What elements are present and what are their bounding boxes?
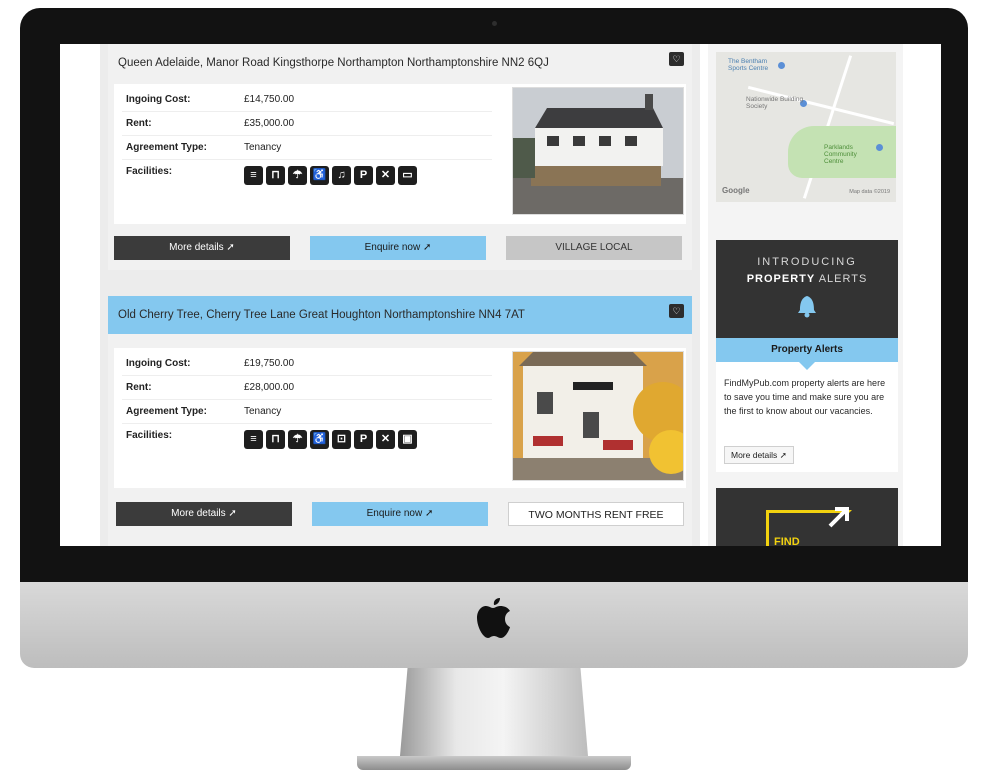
- arrow-up-right-icon: ➚: [424, 508, 434, 519]
- arrow-up-right-icon: [828, 507, 849, 528]
- listing-info-table: Ingoing Cost: £14,750.00 Rent: £35,000.00 …: [122, 88, 492, 196]
- monitor-stand: [400, 668, 588, 756]
- property-word: PROPERTY: [746, 273, 816, 285]
- monitor-stand-foot: [357, 756, 631, 770]
- ingoing-cost-value: £14,750.00: [244, 88, 492, 112]
- tv-icon: ▭: [398, 166, 417, 185]
- property-alerts-heading: PROPERTY ALERTS: [716, 273, 898, 285]
- arrow-up-right-icon: ➚: [226, 242, 235, 253]
- ingoing-cost-label: Ingoing Cost:: [122, 88, 244, 112]
- enquire-now-label: Enquire now: [364, 242, 421, 253]
- rent-label: Rent:: [122, 375, 244, 400]
- arrow-up-right-icon: ➚: [422, 242, 432, 253]
- facilities-label: Facilities:: [126, 166, 173, 177]
- location-map[interactable]: The Bentham Sports Centre Nationwide Bui…: [716, 52, 896, 202]
- pub-photo[interactable]: [512, 351, 684, 481]
- listing-info-table: Ingoing Cost: £19,750.00 Rent: £28,000.00 …: [122, 352, 492, 460]
- webcam: [492, 21, 497, 26]
- agreement-type-value: Tenancy: [244, 399, 492, 424]
- cutlery-icon: ✕: [376, 430, 395, 449]
- listing-card: Old Cherry Tree, Cherry Tree Lane Great …: [108, 296, 692, 546]
- bar-icon: ≡: [244, 166, 263, 185]
- enquire-now-button[interactable]: Enquire now ➚: [310, 236, 486, 260]
- rent-value: £28,000.00: [244, 375, 492, 400]
- rent-value: £35,000.00: [244, 111, 492, 136]
- alerts-more-details-label: More details: [731, 450, 778, 460]
- introducing-text: INTRODUCING: [757, 256, 857, 268]
- parasol-icon: ☂: [288, 166, 307, 185]
- more-details-label: More details: [169, 242, 224, 253]
- agreement-type-label: Agreement Type:: [122, 135, 244, 160]
- alerts-more-details-button[interactable]: More details ➚: [724, 446, 794, 464]
- facilities-icons: ≡ ⊓ ☂ ♿ ♫ P ✕ ▭: [244, 166, 492, 185]
- agreement-type-label: Agreement Type:: [122, 399, 244, 424]
- heart-icon[interactable]: ♡: [669, 52, 684, 66]
- map-pin-icon[interactable]: [876, 144, 883, 151]
- property-alerts-title: Property Alerts: [716, 338, 898, 362]
- alerts-pointer: [799, 362, 815, 370]
- parking-icon: P: [354, 430, 373, 449]
- agreement-type-value: Tenancy: [244, 135, 492, 160]
- browser-screen: Queen Adelaide, Manor Road Kingsthorpe N…: [60, 44, 941, 546]
- picnic-table-icon: ⊓: [266, 430, 285, 449]
- bar-icon: ≡: [244, 430, 263, 449]
- sidebar: The Bentham Sports Centre Nationwide Bui…: [708, 44, 903, 546]
- more-details-label: More details: [171, 508, 226, 519]
- cutlery-icon: ✕: [376, 166, 395, 185]
- more-details-button[interactable]: More details ➚: [114, 236, 290, 260]
- map-label: The Bentham Sports Centre: [728, 58, 769, 72]
- rent-label: Rent:: [122, 111, 244, 136]
- bell-icon: [798, 296, 816, 318]
- briefcase-icon: ▣: [398, 430, 417, 449]
- map-data-attribution: Map data ©2019: [849, 189, 890, 195]
- parking-icon: P: [354, 166, 373, 185]
- listing-address[interactable]: Old Cherry Tree, Cherry Tree Lane Great …: [108, 296, 692, 334]
- alerts-word: ALERTS: [818, 273, 868, 285]
- monitor-chin: [20, 582, 968, 668]
- heart-icon[interactable]: ♡: [669, 304, 684, 318]
- arrow-up-right-icon: ➚: [228, 508, 237, 519]
- listing-tag: VILLAGE LOCAL: [506, 236, 682, 260]
- music-icon: ♫: [332, 166, 351, 185]
- listing-card: Queen Adelaide, Manor Road Kingsthorpe N…: [108, 44, 692, 270]
- ingoing-cost-label: Ingoing Cost:: [122, 352, 244, 376]
- property-alerts-body: FindMyPub.com property alerts are here t…: [716, 362, 898, 472]
- enquire-now-label: Enquire now: [366, 508, 423, 519]
- car-icon: ⊡: [332, 430, 351, 449]
- pub-photo[interactable]: [512, 87, 684, 215]
- listing-address[interactable]: Queen Adelaide, Manor Road Kingsthorpe N…: [108, 44, 692, 82]
- listing-body: Ingoing Cost: £19,750.00 Rent: £28,000.00 …: [114, 348, 686, 488]
- wheelchair-icon: ♿: [310, 166, 329, 185]
- listing-tag: TWO MONTHS RENT FREE: [508, 502, 684, 526]
- more-details-button[interactable]: More details ➚: [116, 502, 292, 526]
- arrow-up-right-icon: ➚: [779, 450, 787, 460]
- wheelchair-icon: ♿: [310, 430, 329, 449]
- apple-logo-icon: [477, 598, 510, 638]
- map-label: Parklands Community Centre: [824, 144, 857, 165]
- listings-column: Queen Adelaide, Manor Road Kingsthorpe N…: [100, 44, 700, 546]
- parasol-icon: ☂: [288, 430, 307, 449]
- ingoing-cost-value: £19,750.00: [244, 352, 492, 376]
- property-alerts-banner[interactable]: INTRODUCING PROPERTY ALERTS: [716, 240, 898, 338]
- map-label: Nationwide Building Society: [746, 96, 804, 110]
- find-text: FIND: [774, 536, 800, 546]
- property-alerts-text: FindMyPub.com property alerts are here t…: [724, 378, 886, 416]
- listing-body: Ingoing Cost: £14,750.00 Rent: £35,000.00 …: [114, 84, 686, 224]
- google-logo: Google: [722, 186, 750, 195]
- picnic-table-icon: ⊓: [266, 166, 285, 185]
- facilities-label: Facilities:: [126, 430, 173, 441]
- find-my-pub-banner[interactable]: FIND: [716, 488, 898, 546]
- facilities-icons: ≡ ⊓ ☂ ♿ ⊡ P ✕ ▣: [244, 430, 492, 449]
- enquire-now-button[interactable]: Enquire now ➚: [312, 502, 488, 526]
